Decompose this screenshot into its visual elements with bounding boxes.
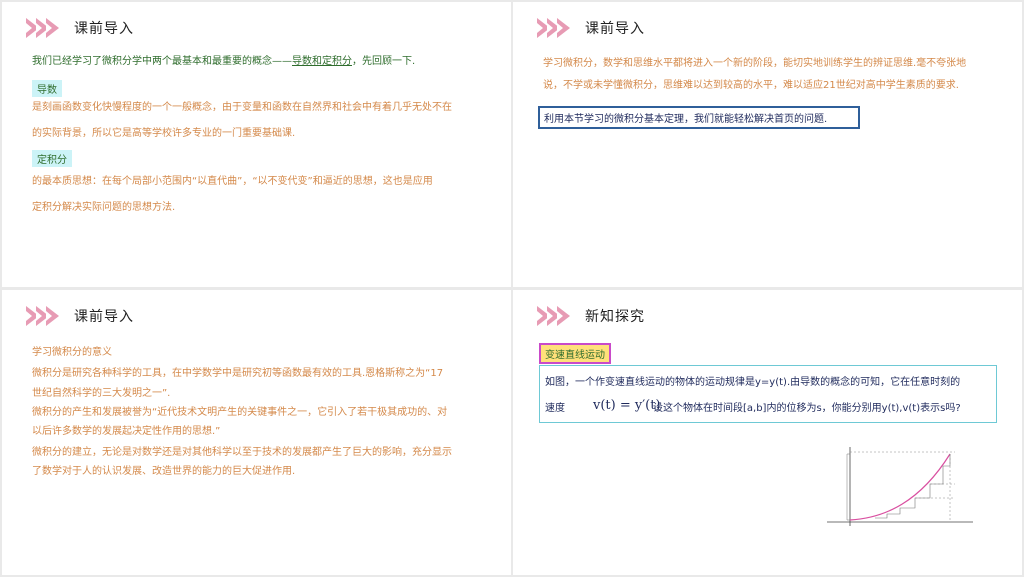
topic-tag: 变速直线运动: [539, 343, 611, 364]
slide-header: 新知探究: [537, 304, 645, 328]
boxed-statement: 利用本节学习的微积分基本定理，我们就能轻松解决首页的问题.: [538, 106, 860, 129]
chevron-icon: [537, 306, 570, 326]
tag-derivative: 导数: [32, 80, 62, 97]
intro-text: 我们已经学习了微积分学中两个最基本和最重要的概念——导数和定积分，先回顾一下.: [32, 55, 415, 69]
velocity-formula: v(t) = y′(t): [593, 398, 661, 413]
tag-integral: 定积分: [32, 150, 72, 167]
integral-line-2: 定积分解决实际问题的思想方法.: [32, 202, 176, 213]
significance-heading: 学习微积分的意义: [32, 347, 112, 358]
slide-title: 新知探究: [585, 309, 645, 325]
motion-graph: [827, 447, 973, 526]
question-line-2: 设这个物体在时间段[a,b]内的位移为s，你能分别用y(t),v(t)表示s吗?: [653, 403, 961, 414]
significance-line-6: 了数学对于人的认识发展、改造世界的能力的巨大促进作用.: [32, 466, 296, 477]
slide-title: 课前导入: [74, 309, 134, 325]
chevron-icon: [26, 18, 59, 38]
slide-header: 课前导入: [537, 16, 645, 40]
intro-highlight: 导数和定积分: [292, 56, 352, 67]
slide-3: 课前导入 学习微积分的意义 微积分是研究各种科学的工具，在中学数学中是研究初等函…: [2, 290, 511, 575]
slide-title: 课前导入: [585, 21, 645, 37]
question-label-speed: 速度: [545, 403, 565, 414]
chevron-icon: [537, 18, 570, 38]
intro-part: 我们已经学习了微积分学中两个最基本和最重要的概念——: [32, 56, 292, 67]
paragraph-line-1: 学习微积分，数学和思维水平都将进入一个新的阶段，能切实地训练学生的辨证思维.毫不…: [543, 58, 967, 69]
slide-2: 课前导入 学习微积分，数学和思维水平都将进入一个新的阶段，能切实地训练学生的辨证…: [513, 2, 1022, 287]
slide-header: 课前导入: [26, 16, 134, 40]
significance-line-3: 微积分的产生和发展被誉为“近代技术文明产生的关键事件之一，它引入了若干极其成功的…: [32, 407, 448, 418]
significance-line-4: 以后许多数学的发展起决定性作用的思想.”: [32, 426, 221, 437]
slide-4: 新知探究 变速直线运动 如图，一个作变速直线运动的物体的运动规律是y=y(t).…: [513, 290, 1022, 575]
significance-line-5: 微积分的建立，无论是对数学还是对其他科学以至于技术的发展都产生了巨大的影响，充分…: [32, 447, 452, 458]
question-line-1: 如图，一个作变速直线运动的物体的运动规律是y=y(t).由导数的概念的可知，它在…: [545, 377, 961, 388]
slide-1: 课前导入 我们已经学习了微积分学中两个最基本和最重要的概念——导数和定积分，先回…: [2, 2, 511, 287]
paragraph-line-2: 说，不学或未学懂微积分，思维难以达到较高的水平，难以适应21世纪对高中学生素质的…: [543, 80, 959, 91]
significance-line-1: 微积分是研究各种科学的工具，在中学数学中是研究初等函数最有效的工具.恩格斯称之为…: [32, 368, 444, 379]
derivative-line-1: 是刻画函数变化快慢程度的一个一般概念，由于变量和函数在自然界和社会中有着几乎无处…: [32, 102, 452, 113]
derivative-line-2: 的实际背景，所以它是高等学校许多专业的一门重要基础课.: [32, 128, 296, 139]
significance-line-2: 世纪自然科学的三大发明之一”.: [32, 388, 171, 399]
slide-title: 课前导入: [74, 21, 134, 37]
integral-line-1: 的最本质思想：在每个局部小范围内“以直代曲”，“以不变代变”和逼近的思想，这也是…: [32, 176, 433, 187]
chevron-icon: [26, 306, 59, 326]
slide-header: 课前导入: [26, 304, 134, 328]
intro-end: ，先回顾一下.: [352, 56, 416, 67]
